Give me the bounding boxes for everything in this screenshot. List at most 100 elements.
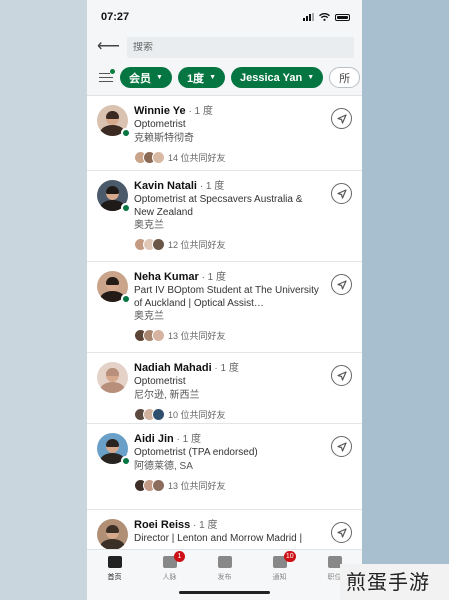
- send-icon: [336, 527, 347, 538]
- search-row: ⟵: [87, 34, 362, 60]
- status-icons: [303, 13, 350, 21]
- person-headline: Optometrist: [134, 119, 186, 130]
- person-name[interactable]: Nadiah Mahadi: [134, 362, 212, 374]
- person-row[interactable]: Neha Kumar · 1 度 Part IV BOptom Student a…: [87, 262, 362, 353]
- person-row[interactable]: Nadiah Mahadi · 1 度 Optometrist 尼尔逊, 新西兰 10…: [87, 353, 362, 424]
- send-message-button[interactable]: [331, 522, 352, 543]
- person-row[interactable]: Winnie Ye · 1 度 Optometrist 克赖斯特彻奇 14 位共同好友: [87, 96, 362, 171]
- caret-down-icon: ▼: [307, 74, 315, 81]
- person-location: 尼尔逊, 新西兰: [134, 389, 200, 401]
- battery-icon: [335, 13, 350, 21]
- nav-icon: [217, 556, 232, 568]
- person-headline: Part IV BOptom Student at The University…: [134, 285, 319, 309]
- mutual-count: 13 位共同好友: [168, 480, 226, 491]
- mutual-avatar: [152, 329, 165, 342]
- person-name-line: Kavin Natali · 1 度: [134, 179, 322, 194]
- person-name-line: Winnie Ye · 1 度: [134, 104, 322, 119]
- mutual-connections[interactable]: 10 位共同好友: [134, 405, 322, 424]
- filter-settings-icon[interactable]: [99, 68, 115, 85]
- background-right: [362, 0, 449, 600]
- person-location: 克赖斯特彻奇: [134, 132, 194, 144]
- nav-label: 发布: [217, 574, 232, 581]
- person-name[interactable]: Aidi Jin: [134, 433, 174, 445]
- person-name[interactable]: Winnie Ye: [134, 105, 186, 117]
- person-name-line: Neha Kumar · 1 度: [134, 270, 322, 285]
- filter-chip-label: 会员: [129, 72, 151, 85]
- avatar[interactable]: [97, 433, 130, 465]
- avatar[interactable]: [97, 105, 130, 137]
- filter-chip-members[interactable]: 会员 ▼: [120, 67, 172, 88]
- avatar[interactable]: [97, 271, 130, 303]
- person-row[interactable]: Roei Reiss · 1 度 Director | Lenton and Mo…: [87, 510, 362, 550]
- send-icon: [336, 441, 347, 452]
- notification-badge: 1: [173, 551, 185, 562]
- mutual-count: 13 位共同好友: [168, 331, 226, 341]
- send-message-button[interactable]: [331, 183, 352, 204]
- filter-chip-label: 所: [339, 72, 351, 85]
- avatar[interactable]: [97, 180, 130, 212]
- person-headline: Director | Lenton and Morrow Madrid |: [134, 533, 303, 544]
- person-name-line: Roei Reiss · 1 度: [134, 518, 322, 533]
- mutual-connections[interactable]: 13 位共同好友: [134, 326, 322, 345]
- send-message-button[interactable]: [331, 108, 352, 129]
- send-icon: [336, 279, 347, 290]
- connection-degree: · 1 度: [211, 363, 239, 374]
- connection-degree: · 1 度: [196, 181, 225, 192]
- wifi-icon: [319, 13, 330, 21]
- person-location: 奥克兰: [134, 311, 164, 322]
- mutual-count: 12 位共同好友: [168, 240, 226, 250]
- phone-screen: 07:27 ⟵ 会员 ▼ 1度 ▼: [87, 0, 362, 600]
- mutual-connections[interactable]: 12 位共同好友: [134, 235, 322, 254]
- connection-degree: · 1 度: [185, 106, 213, 117]
- filter-chip-label: Jessica Yan: [240, 71, 303, 84]
- online-status-icon: [121, 294, 130, 303]
- person-headline: Optometrist (TPA endorsed): [134, 447, 258, 458]
- connection-degree: · 1 度: [190, 520, 218, 531]
- filter-chip-degree[interactable]: 1度 ▼: [177, 67, 225, 88]
- background-left: [0, 0, 87, 600]
- person-name-line: Nadiah Mahadi · 1 度: [134, 361, 322, 376]
- filter-chip-label: 1度: [186, 72, 205, 85]
- send-icon: [336, 113, 347, 124]
- home-indicator: [179, 591, 270, 594]
- watermark-text: 煎蛋手游: [346, 570, 430, 594]
- mutual-connections[interactable]: 13 位共同好友: [134, 476, 322, 495]
- nav-label: 人脉: [162, 574, 177, 581]
- caret-down-icon: ▼: [156, 74, 163, 81]
- connection-degree: · 1 度: [198, 272, 227, 283]
- filter-row: 会员 ▼ 1度 ▼ Jessica Yan ▼ 所: [87, 60, 362, 96]
- back-arrow-icon[interactable]: ⟵: [97, 39, 120, 55]
- person-row[interactable]: Kavin Natali · 1 度 Optometrist at Specsav…: [87, 171, 362, 262]
- person-headline: Optometrist: [134, 376, 186, 387]
- caret-down-icon: ▼: [209, 74, 216, 81]
- nav-item[interactable]: 首页: [87, 550, 142, 600]
- mutual-avatar: [152, 238, 165, 251]
- person-row[interactable]: Aidi Jin · 1 度 Optometrist (TPA endorsed)…: [87, 424, 362, 510]
- search-box[interactable]: [127, 36, 354, 58]
- status-time: 07:27: [101, 11, 130, 23]
- person-location: 奥克兰: [134, 220, 164, 231]
- online-status-icon: [121, 128, 130, 137]
- send-icon: [336, 370, 347, 381]
- mutual-avatar: [152, 478, 165, 492]
- connection-degree: · 1 度: [173, 434, 201, 445]
- send-message-button[interactable]: [331, 365, 352, 386]
- person-name[interactable]: Neha Kumar: [134, 271, 199, 283]
- mutual-count: 10 位共同好友: [168, 409, 226, 420]
- search-input[interactable]: [133, 41, 354, 53]
- send-message-button[interactable]: [331, 274, 352, 295]
- avatar[interactable]: [97, 362, 128, 393]
- filter-chip-connection[interactable]: Jessica Yan ▼: [231, 67, 324, 88]
- avatar[interactable]: [97, 519, 128, 550]
- person-name[interactable]: Kavin Natali: [134, 180, 197, 192]
- people-list: Winnie Ye · 1 度 Optometrist 克赖斯特彻奇 14 位共同好友…: [87, 96, 362, 550]
- person-name[interactable]: Roei Reiss: [134, 519, 190, 531]
- mutual-connections[interactable]: 14 位共同好友: [134, 148, 322, 167]
- online-status-icon: [121, 456, 130, 465]
- nav-icon: [107, 556, 122, 568]
- person-name-line: Aidi Jin · 1 度: [134, 432, 322, 447]
- send-message-button[interactable]: [331, 436, 352, 457]
- filter-chip-all[interactable]: 所: [329, 67, 361, 88]
- send-icon: [336, 188, 347, 199]
- signal-icon: [303, 13, 314, 21]
